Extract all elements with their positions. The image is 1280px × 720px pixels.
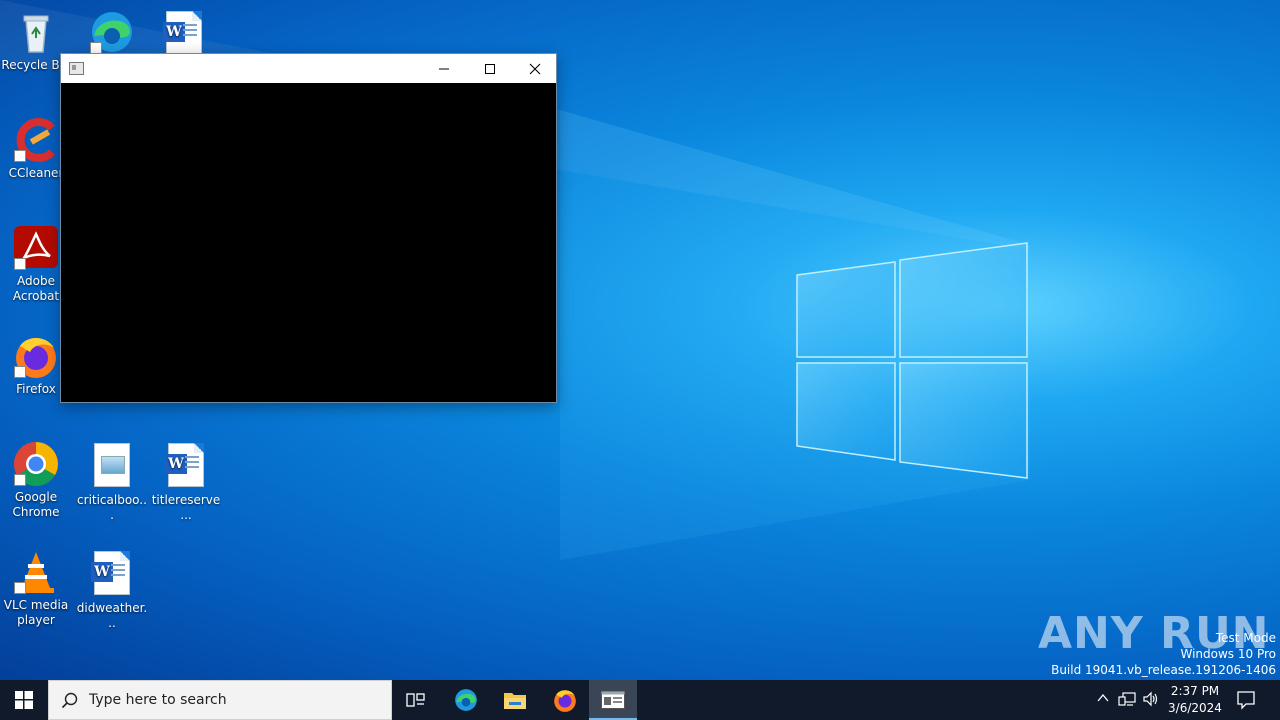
shortcut-arrow-icon <box>14 582 26 594</box>
minimize-button[interactable] <box>421 54 467 83</box>
desktop-icon-label: titlereserve... <box>151 493 221 522</box>
window-app-icon <box>69 62 84 75</box>
taskbar-search-box[interactable]: Type here to search <box>48 680 392 720</box>
desktop-icon-word-document[interactable]: W didweather... <box>76 548 148 631</box>
shortcut-arrow-icon <box>14 366 26 378</box>
minimize-icon <box>439 68 449 69</box>
shortcut-arrow-icon <box>14 474 26 486</box>
acrobat-icon <box>12 224 60 272</box>
taskbar: Type here to search 2:37 PM 3/6/2024 <box>0 680 1280 720</box>
taskbar-active-console-app[interactable] <box>589 680 637 720</box>
maximize-button[interactable] <box>467 54 513 83</box>
close-icon <box>529 63 541 74</box>
windows-logo-icon <box>15 691 33 709</box>
desktop-icon-image-file[interactable]: criticalboo... <box>76 440 148 523</box>
desktop-icon-label: Google Chrome <box>12 490 60 519</box>
network-icon <box>1118 692 1136 706</box>
desktop-icon-google-chrome[interactable]: Google Chrome <box>0 440 72 520</box>
chevron-up-icon <box>1097 693 1109 702</box>
speaker-icon <box>1143 691 1158 707</box>
close-button[interactable] <box>512 54 558 83</box>
system-watermark: Test Mode Windows 10 Pro Build 19041.vb_… <box>1051 630 1276 678</box>
start-button[interactable] <box>0 680 48 720</box>
maximize-icon <box>485 63 495 74</box>
firefox-icon <box>12 332 60 380</box>
notification-icon <box>1237 691 1255 710</box>
word-doc-icon: W <box>162 443 210 491</box>
desktop-icon-label: VLC media player <box>3 598 69 627</box>
taskbar-clock[interactable]: 2:37 PM 3/6/2024 <box>1164 683 1226 717</box>
recycle-bin-icon <box>12 8 60 56</box>
task-view-icon <box>406 693 425 707</box>
taskbar-file-explorer[interactable] <box>491 680 539 720</box>
watermark-test-mode: Test Mode <box>1215 631 1276 645</box>
folder-icon <box>504 693 526 709</box>
console-window[interactable] <box>60 53 557 403</box>
edge-icon <box>455 689 477 711</box>
chrome-icon <box>12 440 60 488</box>
image-file-icon <box>88 443 136 491</box>
search-placeholder: Type here to search <box>89 692 227 708</box>
taskbar-firefox[interactable] <box>541 680 589 720</box>
search-icon <box>61 692 78 709</box>
shortcut-arrow-icon <box>14 258 26 270</box>
clock-date: 3/6/2024 <box>1168 701 1222 715</box>
edge-icon <box>88 8 136 56</box>
action-center-button[interactable] <box>1236 690 1256 714</box>
desktop-icon-vlc[interactable]: VLC media player <box>0 548 72 628</box>
show-hidden-icons-button[interactable] <box>1096 691 1110 709</box>
word-doc-icon: W <box>160 11 208 59</box>
network-tray-button[interactable] <box>1118 691 1136 711</box>
task-view-button[interactable] <box>392 680 440 720</box>
vlc-icon <box>12 548 60 596</box>
volume-tray-button[interactable] <box>1142 691 1160 711</box>
window-titlebar[interactable] <box>61 54 556 83</box>
clock-time: 2:37 PM <box>1170 684 1220 698</box>
desktop-icon-label: criticalboo... <box>77 493 147 522</box>
console-window-icon <box>601 691 625 709</box>
taskbar-edge[interactable] <box>442 680 490 720</box>
desktop-icon-edge[interactable] <box>76 8 148 58</box>
shortcut-arrow-icon <box>14 150 26 162</box>
watermark-build: Build 19041.vb_release.191206-1406 <box>1051 663 1276 677</box>
ccleaner-icon <box>12 116 60 164</box>
word-doc-icon: W <box>88 551 136 599</box>
firefox-icon <box>554 690 576 712</box>
watermark-edition: Windows 10 Pro <box>1180 647 1276 661</box>
desktop-icon-word-document[interactable]: W titlereserve... <box>150 440 222 523</box>
window-client-area[interactable] <box>61 83 556 402</box>
desktop-icon-label: didweather... <box>76 601 148 630</box>
desktop: Recycle Bin W CCleaner Adobe Acrobat Fir… <box>0 0 1280 680</box>
